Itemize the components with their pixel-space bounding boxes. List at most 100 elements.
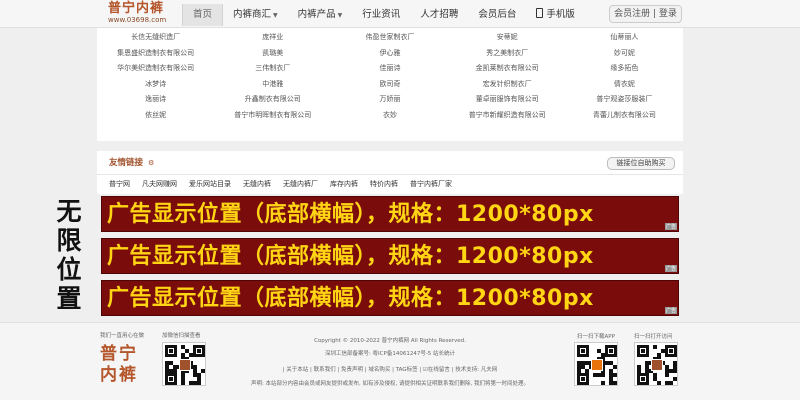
nav-news-label: 行业资讯 [362,9,401,20]
company-link[interactable]: 衣妙 [331,108,448,124]
company-link[interactable]: 升鑫制衣有限公司 [214,92,331,108]
qr-module [673,369,677,373]
company-link[interactable]: 董卓丽服饰有限公司 [449,92,566,108]
company-link[interactable]: 倩衣妮 [566,77,683,93]
qr-logo [651,359,663,371]
site-logo[interactable]: 普宁内裤 www.03698.com [108,1,178,27]
friend-links-title: 友情链接 ⚙ [109,156,154,168]
footer-qr1-caption: 加微信扫描查看 [162,333,201,339]
nav-products-label: 内裤产品 [297,9,336,20]
friend-link[interactable]: 无缝内裤 [243,179,271,189]
company-link[interactable]: 安蒂妮 [449,30,566,46]
nav-mobile-label: 手机版 [546,9,575,20]
company-link[interactable]: 普宁市新耀织造有限公司 [449,108,566,124]
company-link[interactable]: 青蕾儿制衣有限公司 [566,108,683,124]
main-nav: 首页 内裤商汇 ▼ 内裤产品 ▼ 行业资讯 人才招聘 会员后台 手机版 [182,4,585,26]
qr-finder [165,345,177,357]
ad-mark: 广告 [664,307,677,314]
company-list-panel: 长信无缝织造厂 庞祥业 伟盈世家制衣厂 安蒂妮 仙蒂丽人集恩盛织造制衣有限公司 凯璐美 伊心… [97,28,683,141]
ad-banner-text: 广告显示位置（底部横幅），规格：1200*80px [107,286,594,311]
site-footer: 我们一直用心在做 加微信扫描查看 普宁内裤 Copyright © 2010-2… [0,322,800,400]
nav-news[interactable]: 行业资讯 [352,4,410,26]
nav-business[interactable]: 内裤商汇 ▼ [223,4,288,26]
company-link[interactable]: 仙蒂丽人 [566,30,683,46]
ad-mark: 广告 [664,223,677,230]
qr-module [661,349,665,353]
logo-name: 普宁内裤 [108,1,165,16]
company-link[interactable]: 万娇丽 [331,92,448,108]
ad-banner-text: 广告显示位置（底部横幅），规格：1200*80px [107,244,594,269]
footer-links[interactable]: | 关于本站 | 联系我们 | 免责声明 | 域名购买 | TAG标签 | ☑在… [240,365,540,373]
qr-module [665,373,669,377]
qr-module [613,381,617,385]
nav-mobile[interactable]: 手机版 [526,4,585,26]
company-link[interactable]: 欧司奇 [331,77,448,93]
company-link[interactable]: 三伟制衣厂 [214,61,331,77]
qr-finder [637,345,649,357]
footer-qr3-caption: 扫一扫打开访问 [634,334,673,340]
friend-link[interactable]: 普宁网 [109,179,130,189]
friend-links-row: 普宁网 凡夫网赚网 爱乐网站目录 无缝内裤 无缝内裤厂 库存内裤 特价内裤 普宁内裤厂家 [97,179,452,189]
unlimited-position-text: 无 限 位 置 [48,197,90,313]
qr-module [189,353,193,357]
company-link[interactable]: 依丝妮 [97,108,214,124]
company-link[interactable]: 华尔美织造制衣有限公司 [97,61,214,77]
nav-home[interactable]: 首页 [182,4,224,26]
ad-banner-3[interactable]: 广告显示位置（底部横幅），规格：1200*80px 广告 [101,280,679,316]
qr-module [613,373,617,377]
nav-jobs-label: 人才招聘 [420,9,459,20]
mobile-site-qr-code [634,342,678,386]
settings-icon: ⚙ [147,159,155,167]
company-link[interactable]: 集恩盛织造制衣有限公司 [97,46,214,62]
nav-products[interactable]: 内裤产品 ▼ [288,4,353,26]
copyright-text: Copyright © 2010-2022 普宁内裤网 All Rights R… [314,338,466,344]
qr-finder [193,345,205,357]
company-link[interactable]: 中港雅 [214,77,331,93]
side-char: 位 [56,255,82,284]
company-link[interactable]: 伟盈世家制衣厂 [331,30,448,46]
qr-module [585,369,589,373]
qr-module [613,365,617,369]
friend-link[interactable]: 普宁内裤厂家 [410,179,452,189]
icp-text[interactable]: 深圳工信部备案号: 粤ICP备14061247号-5 站长统计 [240,349,540,357]
side-char: 置 [56,284,82,313]
company-link[interactable]: 凯璐美 [214,46,331,62]
company-link[interactable]: 宏发针织制衣厂 [449,77,566,93]
company-link[interactable]: 逸丽诗 [97,92,214,108]
footer-logo: 普宁内裤 [100,344,138,385]
company-link[interactable]: 秀之美制衣厂 [449,46,566,62]
nav-jobs[interactable]: 人才招聘 [410,4,468,26]
ad-banner-2[interactable]: 广告显示位置（底部横幅），规格：1200*80px 广告 [101,238,679,274]
qr-finder [605,345,617,357]
friend-link[interactable]: 凡夫网赚网 [142,179,177,189]
company-link[interactable]: 庞祥业 [214,30,331,46]
buy-link-button[interactable]: 链接位自助购买 [607,157,675,170]
friend-link[interactable]: 库存内裤 [330,179,358,189]
company-link[interactable]: 普宁观姿莎服装厂 [566,92,683,108]
login-register-button[interactable]: 会员注册 | 登录 [609,5,682,23]
friend-link[interactable]: 爱乐网站目录 [189,179,231,189]
nav-member[interactable]: 会员后台 [468,4,526,26]
qr-module [601,381,605,385]
nav-member-label: 会员后台 [478,9,517,20]
company-link[interactable]: 长信无缝织造厂 [97,30,214,46]
side-char: 无 [56,197,82,226]
qr-finder [577,345,589,357]
friend-link[interactable]: 特价内裤 [370,179,398,189]
company-link[interactable]: 冰梦诗 [97,77,214,93]
company-link[interactable]: 佳丽诗 [331,61,448,77]
company-link[interactable]: 普宁市明晖制衣有限公司 [214,108,331,124]
disclaimer-text: 声明: 本站部分内容由会员或网友提供或发布, 如有涉及侵权, 请提供相关证明联系… [250,381,530,387]
qr-module [657,381,661,385]
ad-banner-1[interactable]: 广告显示位置（底部横幅），规格：1200*80px 广告 [101,196,679,232]
company-link[interactable]: 金凯莱制衣有限公司 [449,61,566,77]
nav-business-label: 内裤商汇 [233,9,272,20]
qr-module [181,381,185,385]
app-download-qr-code [574,342,618,386]
friend-link[interactable]: 无缝内裤厂 [283,179,318,189]
company-link[interactable]: 缘多拓色 [566,61,683,77]
company-link[interactable]: 伊心雅 [331,46,448,62]
company-link[interactable]: 妙可妮 [566,46,683,62]
qr-module [173,369,177,373]
qr-module [673,377,677,381]
